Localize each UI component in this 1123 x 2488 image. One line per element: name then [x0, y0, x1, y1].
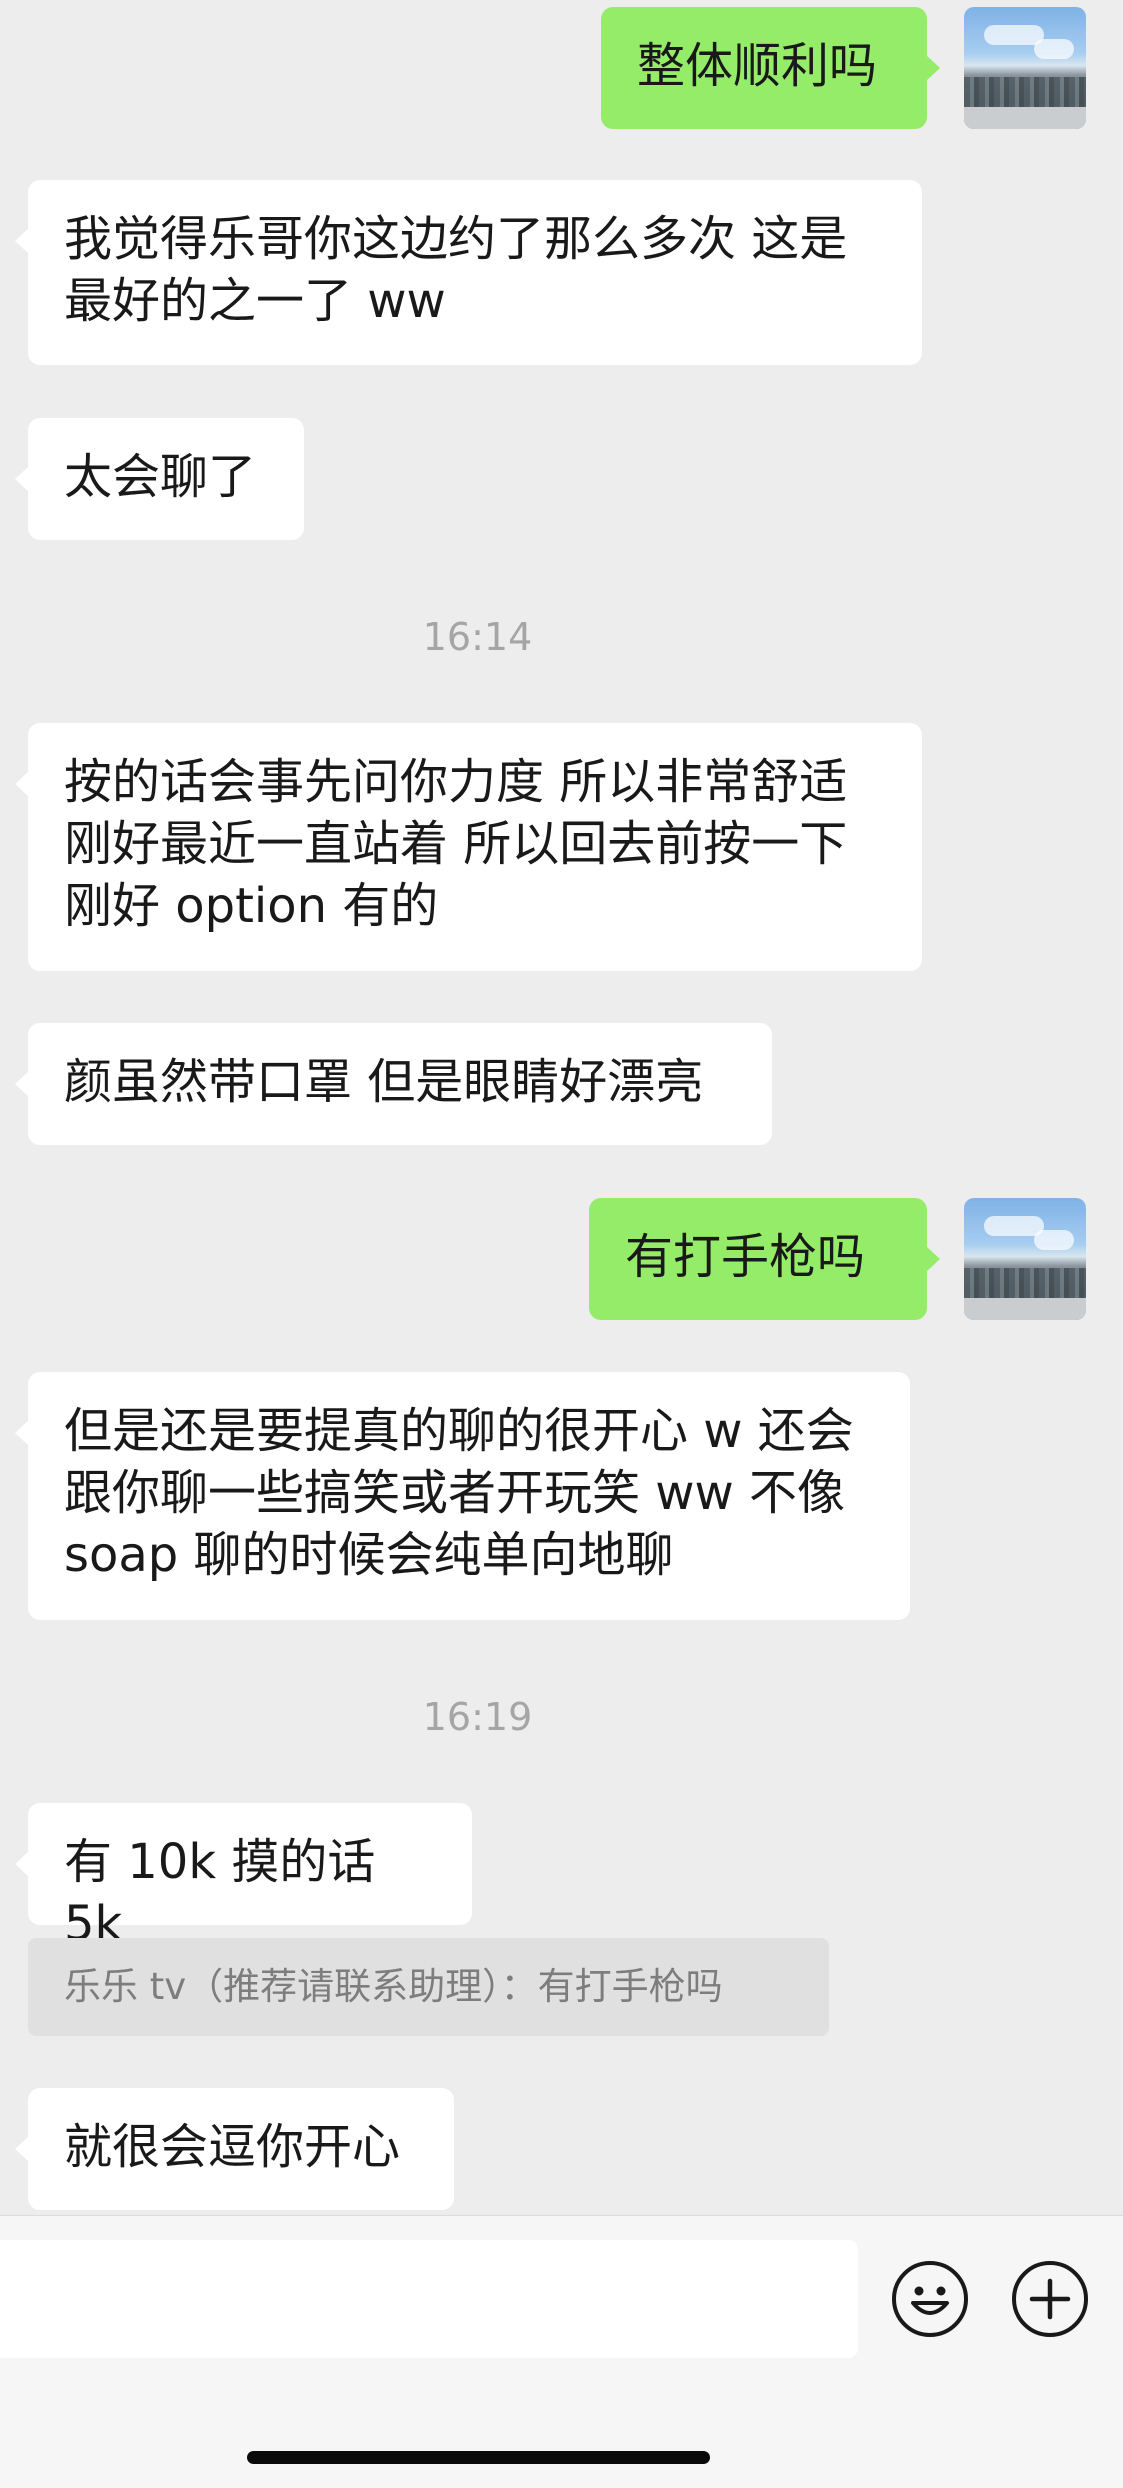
incoming-message[interactable]: 按的话会事先问你力度 所以非常舒适 刚好最近一直站着 所以回去前按一下 刚好 o…: [15, 723, 922, 971]
incoming-message[interactable]: 太会聊了: [15, 418, 304, 540]
emoji-icon[interactable]: [892, 2261, 968, 2337]
chat-area[interactable]: 整体顺利吗 我觉得乐哥你这边约了那么多次 这是 最好的之一了 ww 太会聊了 1…: [0, 0, 1123, 2215]
quoted-message[interactable]: 乐乐 tv（推荐请联系助理）：有打手枪吗: [28, 1938, 829, 2036]
self-avatar[interactable]: [964, 7, 1086, 129]
timestamp: 16:19: [422, 1695, 533, 1739]
incoming-message[interactable]: 但是还是要提真的聊的很开心 w 还会 跟你聊一些搞笑或者开玩笑 ww 不像 so…: [15, 1372, 910, 1620]
self-avatar[interactable]: [964, 1198, 1086, 1320]
outgoing-message[interactable]: 有打手枪吗: [589, 1198, 940, 1320]
incoming-message[interactable]: 我觉得乐哥你这边约了那么多次 这是 最好的之一了 ww: [15, 180, 922, 365]
timestamp: 16:14: [422, 615, 533, 659]
incoming-message[interactable]: 就很会逗你开心: [15, 2088, 454, 2210]
home-indicator: [247, 2451, 710, 2464]
input-bar: [0, 2215, 1123, 2488]
outgoing-message[interactable]: 整体顺利吗: [601, 7, 940, 129]
incoming-message[interactable]: 颜虽然带口罩 但是眼睛好漂亮: [15, 1023, 772, 1145]
plus-icon[interactable]: [1012, 2261, 1088, 2337]
incoming-message[interactable]: 有 10k 摸的话 5k: [15, 1803, 472, 1952]
message-input[interactable]: [0, 2240, 858, 2358]
